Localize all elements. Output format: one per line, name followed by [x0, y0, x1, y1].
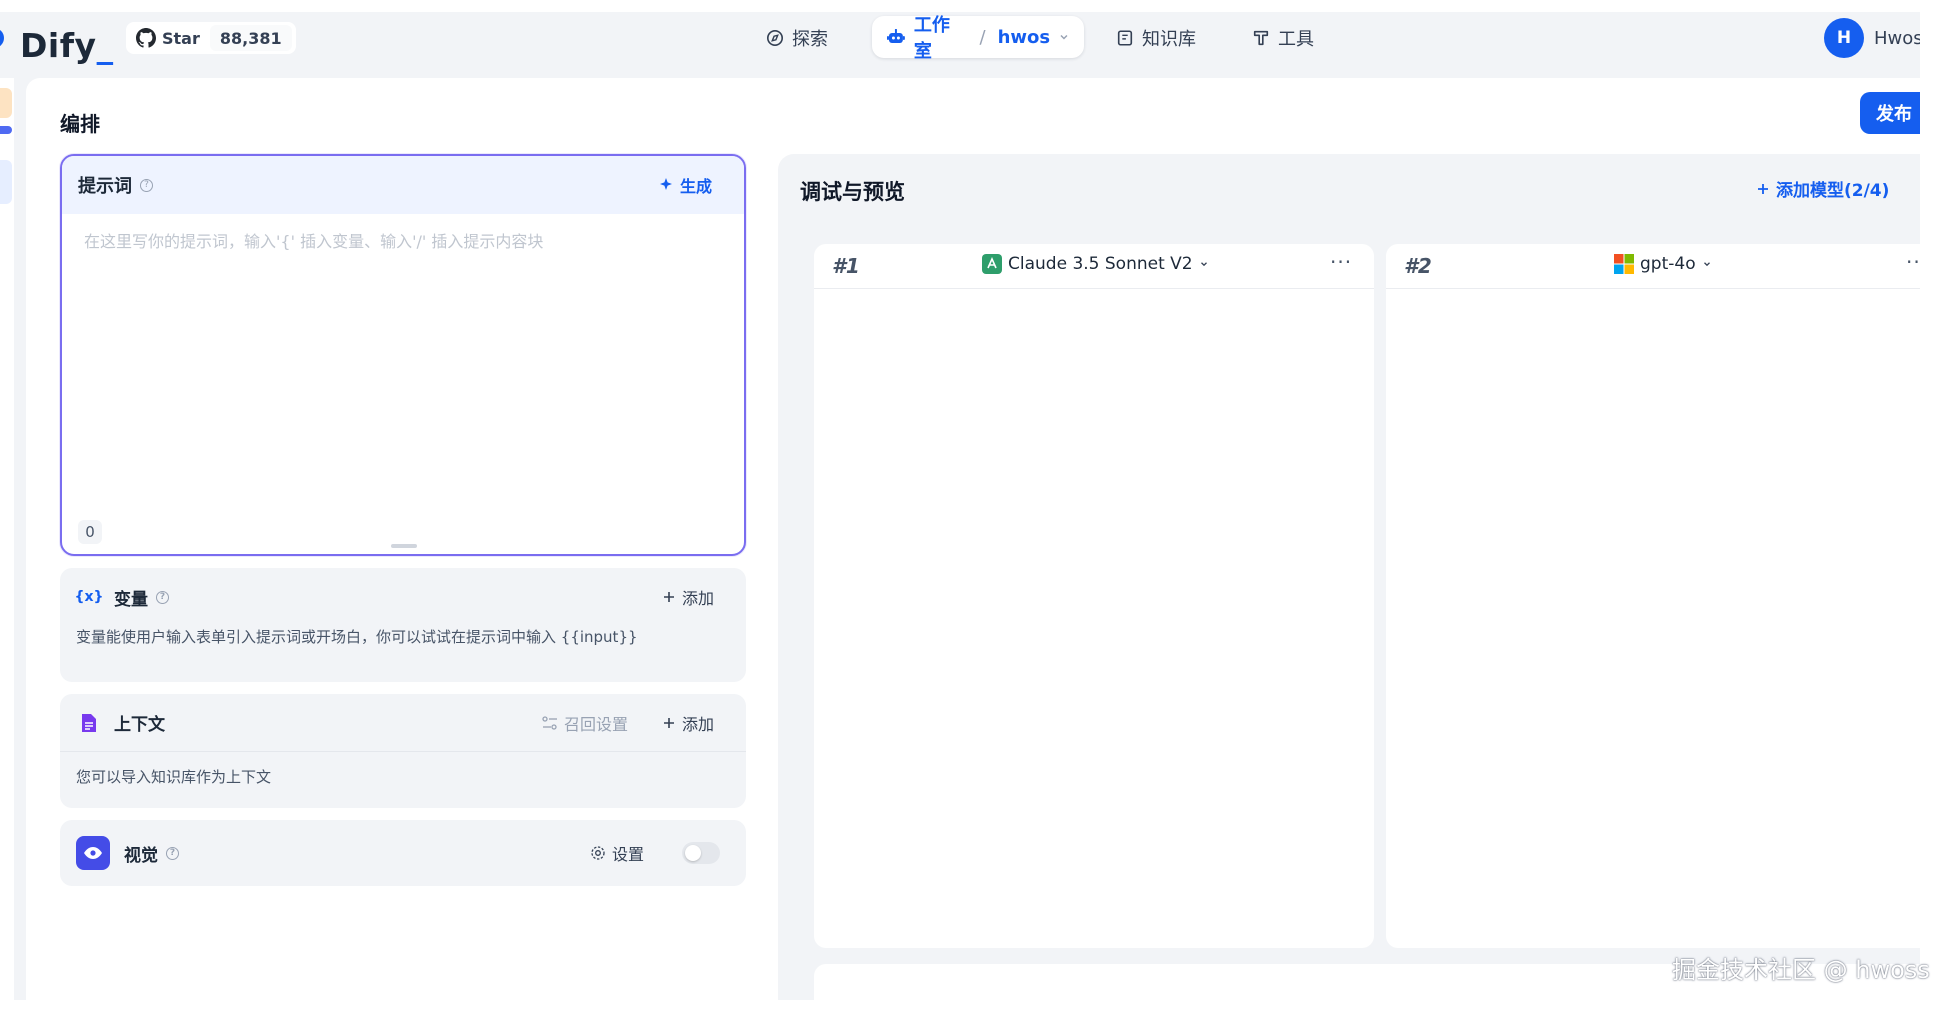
username[interactable]: Hwos	[1874, 28, 1920, 49]
document-icon	[76, 713, 102, 733]
generate-label: 生成	[679, 177, 712, 196]
settings-sliders-icon	[542, 715, 557, 730]
chevron-down-icon	[1703, 262, 1710, 267]
generate-button[interactable]: 生成	[658, 173, 728, 197]
github-icon	[136, 28, 156, 48]
model-selector[interactable]: Claude 3.5 Sonnet V2	[982, 254, 1209, 274]
add-variable-button[interactable]: 添加	[662, 585, 730, 609]
eye-icon	[76, 836, 110, 870]
model-header: #2 gpt-4o ···	[1386, 244, 1920, 289]
more-options-button[interactable]: ···	[1330, 250, 1352, 274]
breadcrumb-separator: /	[979, 26, 986, 48]
prompt-title: 提示词	[78, 176, 132, 197]
github-star-count: 88,381	[209, 25, 292, 51]
nav-studio-label: 工作室	[913, 15, 950, 62]
vision-card: 视觉 ? 设置	[60, 820, 746, 886]
chevron-down-icon	[1200, 262, 1207, 267]
model-header: #1 Claude 3.5 Sonnet V2 ···	[814, 244, 1374, 289]
recall-settings-button[interactable]: 召回设置	[542, 711, 628, 735]
nav-explore[interactable]: 探索	[766, 20, 828, 56]
add-model-button[interactable]: 添加模型(2/4)	[1756, 176, 1889, 201]
sparkle-icon	[659, 178, 672, 190]
hammer-icon	[1253, 30, 1269, 46]
plus-icon	[1758, 183, 1768, 194]
github-star-button[interactable]: Star	[126, 22, 210, 54]
variables-card: {x} 变量 ? 添加 变量能使用户输入表单引入提示词或开场白，你可以试试在提示…	[60, 568, 746, 682]
plus-icon	[663, 592, 674, 602]
main-content: 编排 发布 提示词 ? 生成 在这里写你的提示词，输入'{' 插入变量、输入'/…	[26, 78, 1920, 1000]
model-column-2: #2 gpt-4o ···	[1386, 244, 1920, 948]
logo-mark	[0, 28, 4, 48]
model-name: Claude 3.5 Sonnet V2	[1008, 254, 1193, 274]
prompt-input[interactable]: 在这里写你的提示词，输入'{' 插入变量、输入'/' 插入提示内容块	[62, 214, 744, 266]
robot-icon	[886, 29, 905, 43]
workspace-selector[interactable]: hwos	[998, 27, 1051, 48]
more-options-button[interactable]: ···	[1906, 250, 1920, 274]
anthropic-icon	[982, 254, 1002, 274]
debug-preview-panel: 调试与预览 添加模型(2/4) #1 Claude 3.5 Sonnet V2 …	[778, 154, 1920, 1000]
model-name: gpt-4o	[1640, 254, 1696, 274]
recall-label: 召回设置	[563, 714, 628, 734]
app-frame: Dify_ Star 88,381 探索 工作室 / hwos 知识库 工具 H…	[0, 12, 1920, 1000]
avatar[interactable]: H	[1824, 18, 1864, 58]
help-icon[interactable]: ?	[140, 178, 153, 192]
github-star-widget[interactable]: Star 88,381	[126, 22, 296, 54]
context-description: 您可以导入知识库作为上下文	[76, 768, 272, 786]
nav-tools-label: 工具	[1278, 29, 1314, 50]
nav-knowledge[interactable]: 知识库	[1116, 20, 1196, 56]
char-count: 0	[78, 520, 102, 544]
model-index: #2	[1404, 254, 1432, 278]
watermark: 掘金技术社区 @ hwoss	[1672, 956, 1930, 984]
toggle-knob	[685, 845, 701, 861]
help-icon[interactable]: ?	[166, 846, 179, 860]
debug-title: 调试与预览	[800, 180, 905, 204]
publish-button[interactable]: 发布	[1860, 92, 1920, 134]
context-card: 上下文 召回设置 添加 您可以导入知识库作为上下文	[60, 694, 746, 808]
vision-toggle[interactable]	[682, 842, 720, 864]
nav-explore-label: 探索	[792, 29, 828, 50]
page-title: 编排	[60, 112, 100, 136]
prompt-header: 提示词 ? 生成	[62, 156, 744, 214]
app-icon[interactable]	[0, 88, 12, 118]
nav-studio[interactable]: 工作室 / hwos	[872, 15, 1084, 62]
compass-icon	[766, 29, 784, 47]
github-star-label: Star	[162, 28, 200, 48]
dify-logo[interactable]: Dify_	[20, 26, 114, 65]
sidebar-item-orchestrate[interactable]	[0, 160, 12, 204]
add-model-label: 添加模型(2/4)	[1776, 181, 1890, 201]
nav-knowledge-label: 知识库	[1142, 29, 1196, 50]
app-sidebar-collapsed	[0, 78, 14, 1000]
variables-title: 变量	[114, 589, 148, 610]
app-icon-badge	[0, 126, 12, 134]
model-index: #1	[832, 254, 860, 278]
vision-title: 视觉	[124, 845, 158, 866]
prompt-editor: 提示词 ? 生成 在这里写你的提示词，输入'{' 插入变量、输入'/' 插入提示…	[60, 154, 746, 556]
variables-description: 变量能使用户输入表单引入提示词或开场白，你可以试试在提示词中输入 {{input…	[76, 628, 638, 646]
vision-settings-button[interactable]: 设置	[590, 841, 644, 865]
settings-label: 设置	[611, 845, 644, 864]
help-icon[interactable]: ?	[156, 590, 169, 604]
gear-icon	[591, 846, 605, 860]
resize-handle[interactable]	[391, 544, 417, 548]
add-label: 添加	[681, 589, 714, 608]
plus-icon	[663, 717, 674, 728]
variable-icon: {x}	[74, 589, 104, 605]
model-selector[interactable]: gpt-4o	[1614, 254, 1712, 274]
add-context-button[interactable]: 添加	[662, 711, 730, 735]
nav-tools[interactable]: 工具	[1252, 20, 1314, 56]
context-title: 上下文	[114, 715, 165, 735]
chevron-down-icon	[1060, 34, 1068, 40]
add-label: 添加	[681, 714, 714, 734]
model-column-1: #1 Claude 3.5 Sonnet V2 ···	[814, 244, 1374, 948]
book-icon	[1117, 30, 1133, 46]
microsoft-icon	[1614, 254, 1634, 274]
